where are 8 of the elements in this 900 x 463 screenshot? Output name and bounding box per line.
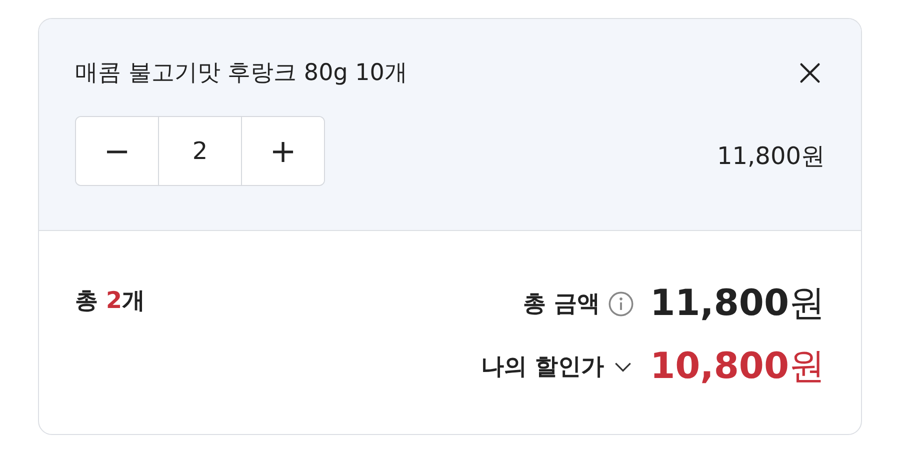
discount-price-label: 나의 할인가 [481, 353, 604, 382]
total-count: 총 2개 [75, 287, 146, 316]
discount-amount: 10,800원 [650, 345, 825, 389]
info-icon[interactable] [608, 290, 634, 316]
item-price: 11,800원 [717, 141, 825, 172]
product-title: 매콤 불고기맛 후랑크 80g 10개 [75, 59, 408, 88]
total-amount-label: 총 금액 [523, 290, 600, 319]
total-amount: 11,800원 [650, 282, 825, 326]
